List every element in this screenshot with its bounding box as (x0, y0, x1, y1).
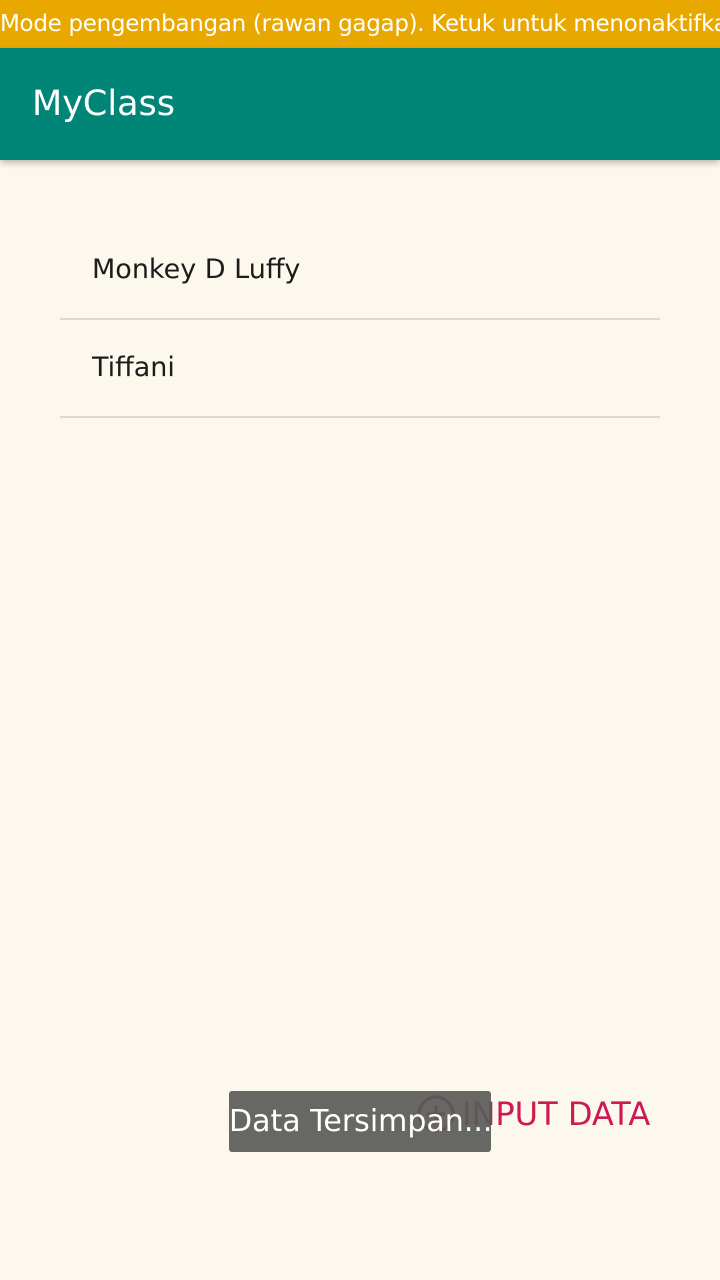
list-item[interactable]: Tiffani (60, 320, 660, 418)
app-title: MyClass (32, 84, 175, 124)
list-item[interactable]: Monkey D Luffy (60, 222, 660, 320)
app-bar: MyClass (0, 48, 720, 160)
developer-mode-banner[interactable]: Mode pengembangan (rawan gagap). Ketuk u… (0, 0, 720, 48)
toast-message: Data Tersimpan... (229, 1091, 491, 1152)
toast-text: Data Tersimpan... (229, 1104, 491, 1139)
list-item-label: Tiffani (92, 352, 175, 383)
list-item-label: Monkey D Luffy (92, 254, 301, 285)
developer-mode-banner-text: Mode pengembangan (rawan gagap). Ketuk u… (0, 11, 720, 37)
student-list: Monkey D Luffy Tiffani (60, 222, 660, 418)
